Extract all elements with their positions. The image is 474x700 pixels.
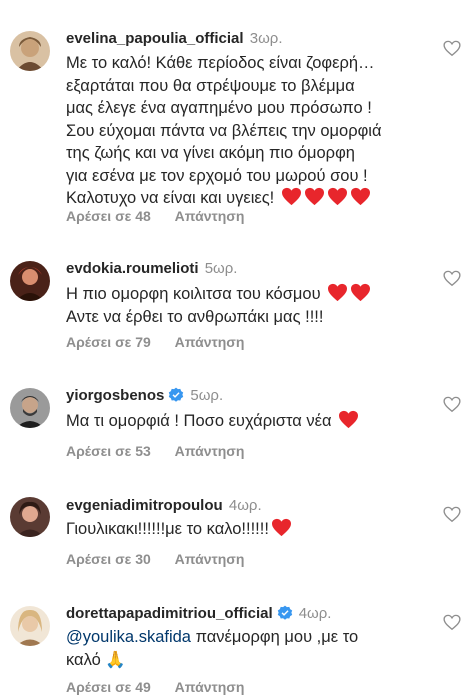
- comment-actions: Αρέσει σε 49 Απάντηση: [66, 677, 244, 697]
- comment-actions: Αρέσει σε 48 Απάντηση: [66, 206, 244, 226]
- comment-header: evdokia.roumelioti 5ωρ.: [66, 259, 237, 279]
- text-line: για εσένα με τον ερχομό του μωρού σου !: [66, 166, 368, 185]
- username[interactable]: evelina_papoulia_official: [66, 30, 244, 47]
- avatar[interactable]: [10, 31, 50, 71]
- mention-link[interactable]: @youlika.skafida: [66, 628, 191, 646]
- username[interactable]: yiorgosbenos: [66, 387, 164, 404]
- comment-text: Με το καλό! Κάθε περίοδος είναι ζοφερή… …: [66, 52, 426, 210]
- avatar[interactable]: [10, 388, 50, 428]
- heart-outline-icon[interactable]: [443, 614, 461, 631]
- heart-outline-icon[interactable]: [443, 40, 461, 57]
- comment-header: evelina_papoulia_official 3ωρ.: [66, 29, 283, 49]
- likes-count[interactable]: Αρέσει σε 30: [66, 551, 151, 567]
- text-line: Σου εύχομαι πάντα να βλέπεις την ομορφιά: [66, 121, 382, 140]
- heart-outline-icon[interactable]: [443, 270, 461, 287]
- comment-header: evgeniadimitropoulou 4ωρ.: [66, 496, 262, 516]
- heart-emoji-icon: [281, 187, 301, 206]
- comment-actions: Αρέσει σε 53 Απάντηση: [66, 441, 244, 461]
- comment-text: Η πιο ομορφη κοιλιτσα του κόσμου Αντε να…: [66, 283, 426, 328]
- text-line: @youlika.skafida πανέμορφη μου ,με το: [66, 628, 359, 646]
- verified-badge-icon: [169, 387, 184, 402]
- timestamp: 5ωρ.: [204, 260, 238, 277]
- reply-button[interactable]: Απάντηση: [175, 443, 245, 459]
- avatar[interactable]: [10, 261, 50, 301]
- comment-header: yiorgosbenos 5ωρ.: [66, 386, 223, 406]
- comment-text: @youlika.skafida πανέμορφη μου ,με το κα…: [66, 626, 426, 671]
- timestamp: 4ωρ.: [298, 605, 332, 622]
- likes-count[interactable]: Αρέσει σε 48: [66, 208, 151, 224]
- heart-emoji-icon: [350, 187, 370, 206]
- reply-button[interactable]: Απάντηση: [175, 679, 245, 695]
- likes-count[interactable]: Αρέσει σε 53: [66, 443, 151, 459]
- text-line: Μα τι ομορφιά ! Ποσο ευχάριστα νέα: [66, 410, 426, 433]
- timestamp: 3ωρ.: [249, 30, 283, 47]
- heart-emoji-icon: [328, 283, 348, 302]
- verified-badge-icon: [277, 605, 292, 620]
- text-line: της ζωής και να γίνει ακόμη πιο όμορφη: [66, 144, 355, 162]
- timestamp: 5ωρ.: [190, 387, 224, 404]
- comment-text: Γιουλικακι!!!!!!με το καλο!!!!!!: [66, 518, 426, 541]
- reply-button[interactable]: Απάντηση: [175, 334, 245, 350]
- comment-actions: Αρέσει σε 30 Απάντηση: [66, 549, 244, 569]
- heart-emojis: [269, 518, 292, 538]
- heart-emojis: [279, 187, 371, 207]
- likes-count[interactable]: Αρέσει σε 79: [66, 334, 151, 350]
- comment-actions: Αρέσει σε 79 Απάντηση: [66, 332, 244, 352]
- username[interactable]: dorettapapadimitriou_official: [66, 605, 273, 622]
- heart-emoji-icon: [304, 187, 324, 206]
- comment-text: Μα τι ομορφιά ! Ποσο ευχάριστα νέα: [66, 410, 426, 433]
- likes-count[interactable]: Αρέσει σε 49: [66, 679, 151, 695]
- username[interactable]: evdokia.roumelioti: [66, 260, 199, 277]
- heart-emojis: [325, 283, 371, 303]
- text-line: Με το καλό! Κάθε περίοδος είναι ζοφερή…: [66, 54, 375, 72]
- heart-emoji-icon: [271, 518, 291, 537]
- heart-emojis: [336, 410, 359, 430]
- text-line: Η πιο ομορφη κοιλιτσα του κόσμου: [66, 283, 426, 306]
- timestamp: 4ωρ.: [228, 497, 262, 514]
- reply-button[interactable]: Απάντηση: [175, 208, 245, 224]
- username[interactable]: evgeniadimitropoulou: [66, 497, 223, 514]
- text-line: μας έλεγε ένα αγαπημένο μου πρόσωπο !: [66, 99, 372, 117]
- text-line: καλό 🙏: [66, 650, 126, 669]
- heart-emoji-icon: [351, 283, 371, 302]
- heart-emoji-icon: [327, 187, 347, 206]
- avatar[interactable]: [10, 497, 50, 537]
- avatar[interactable]: [10, 606, 50, 646]
- text-line: Γιουλικακι!!!!!!με το καλο!!!!!!: [66, 518, 426, 541]
- comment-header: dorettapapadimitriou_official 4ωρ.: [66, 604, 331, 624]
- text-line: εξαρτάται που θα στρέψουμε το βλέμμα: [66, 76, 355, 95]
- heart-outline-icon[interactable]: [443, 506, 461, 523]
- heart-outline-icon[interactable]: [443, 396, 461, 413]
- text-line: Αντε να έρθει το ανθρωπάκι μας !!!!: [66, 307, 324, 326]
- heart-emoji-icon: [339, 410, 359, 429]
- reply-button[interactable]: Απάντηση: [175, 551, 245, 567]
